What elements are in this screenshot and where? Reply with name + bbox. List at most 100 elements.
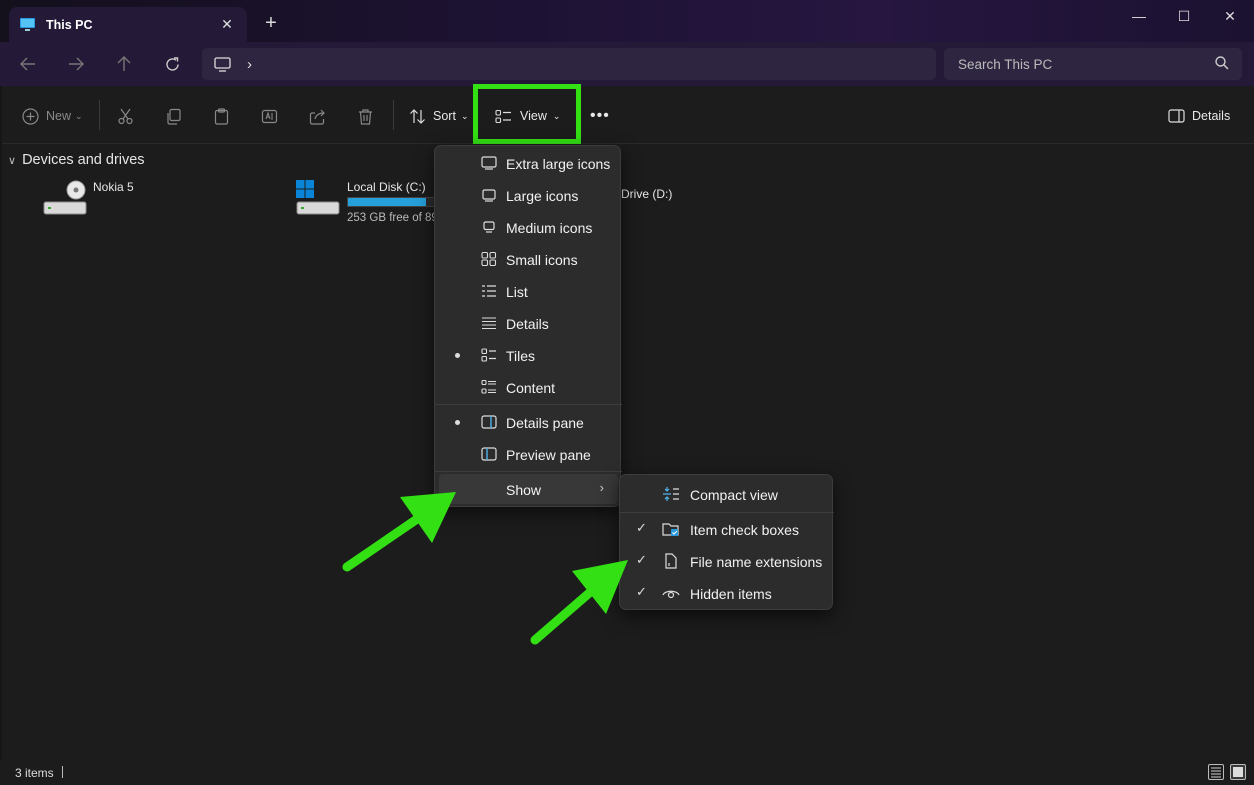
group-header-devices[interactable]: ∨ Devices and drives: [8, 152, 145, 168]
menu-item-label: Medium icons: [506, 220, 593, 236]
back-button[interactable]: [13, 50, 43, 78]
cut-button[interactable]: [117, 104, 134, 128]
item-count: 3 items: [15, 766, 54, 780]
arrow-up-icon: [117, 56, 131, 71]
tiles-icon: [481, 348, 496, 362]
menu-item-label: Large icons: [506, 188, 579, 204]
clipboard-icon: [214, 107, 229, 125]
minimize-button[interactable]: —: [1116, 0, 1162, 32]
drive-usage-fill: [348, 198, 426, 206]
rename-icon: [261, 109, 278, 123]
plus-circle-icon: [22, 107, 39, 125]
details-lines-icon: [1211, 767, 1221, 778]
menu-item-list[interactable]: List: [439, 276, 618, 306]
check-icon: ✓: [636, 552, 647, 567]
close-button[interactable]: ✕: [1207, 0, 1253, 32]
drive-name: Nokia 5: [93, 180, 134, 194]
menu-item-details[interactable]: Details: [439, 308, 618, 338]
chevron-down-icon: ⌄: [75, 110, 83, 121]
menu-item-preview-pane[interactable]: Preview pane: [439, 439, 618, 469]
eye-icon: [662, 590, 680, 599]
address-chevron[interactable]: ›: [247, 56, 252, 73]
preview-pane-icon: [481, 447, 497, 461]
chevron-right-icon: ›: [599, 480, 604, 495]
menu-item-label: Item check boxes: [690, 522, 799, 538]
scissors-icon: [118, 108, 133, 124]
delete-button[interactable]: [357, 104, 374, 128]
menu-item-content[interactable]: Content: [439, 372, 618, 402]
menu-item-details-pane[interactable]: Details pane: [439, 407, 618, 437]
content-icon: [481, 380, 496, 394]
checkbox-folder-icon: [662, 523, 679, 536]
drive-item-d[interactable]: Drive (D:): [621, 187, 672, 201]
check-icon: ✓: [636, 520, 647, 535]
menu-item-label: Small icons: [506, 252, 578, 268]
chevron-down-icon: ⌄: [460, 110, 469, 121]
forward-button[interactable]: [61, 50, 91, 78]
monitor-large-icon: [481, 156, 497, 170]
tab-this-pc[interactable]: This PC ✕: [9, 7, 247, 42]
paste-button[interactable]: [213, 104, 230, 128]
menu-item-small-icons[interactable]: Small icons: [439, 244, 618, 274]
sort-button[interactable]: Sort ⌄: [409, 104, 468, 128]
left-edge: [0, 86, 2, 760]
search-placeholder: Search This PC: [958, 56, 1053, 72]
annotation-arrow-submenu: [530, 560, 628, 645]
tiles-icon: [1233, 767, 1243, 777]
menu-divider: [435, 471, 622, 472]
drive-item-c[interactable]: Local Disk (C:) 253 GB free of 89: [296, 180, 457, 224]
monitor-small-icon: [483, 221, 495, 233]
search-icon: [1215, 56, 1229, 70]
details-pane-button[interactable]: Details: [1168, 104, 1230, 128]
new-tab-button[interactable]: +: [260, 12, 282, 34]
menu-item-label: List: [506, 284, 528, 300]
view-button-highlight-annotation: [473, 84, 581, 144]
rename-button[interactable]: [261, 104, 278, 128]
new-button[interactable]: New ⌄: [22, 104, 83, 128]
status-bar: 3 items: [0, 760, 1254, 785]
maximize-button[interactable]: ☐: [1161, 0, 1207, 32]
tab-title: This PC: [46, 17, 93, 32]
refresh-button[interactable]: [157, 50, 187, 78]
check-icon: ✓: [636, 584, 647, 599]
tab-close-icon[interactable]: ✕: [217, 14, 237, 34]
address-bar[interactable]: ›: [202, 48, 936, 80]
menu-item-label: Compact view: [690, 487, 778, 503]
menu-item-compact-view[interactable]: Compact view: [624, 479, 830, 509]
menu-divider: [435, 404, 622, 405]
details-label: Details: [1192, 109, 1231, 123]
drive-name: Drive (D:): [621, 187, 673, 201]
menu-item-hidden-items[interactable]: ✓ Hidden items: [624, 578, 830, 608]
details-view-toggle[interactable]: [1208, 764, 1224, 780]
windows-drive-icon: [296, 180, 340, 215]
menu-item-extra-large-icons[interactable]: Extra large icons: [439, 148, 618, 178]
divider: [99, 100, 100, 130]
copy-icon: [167, 108, 181, 125]
compact-view-icon: [663, 487, 679, 501]
up-button[interactable]: [109, 50, 139, 78]
more-options-button[interactable]: •••: [590, 104, 610, 128]
divider: [393, 100, 394, 130]
menu-item-label: Details pane: [506, 415, 584, 431]
menu-item-file-name-extensions[interactable]: ✓ File name extensions: [624, 546, 830, 576]
this-pc-icon: [20, 18, 35, 31]
search-input[interactable]: Search This PC: [944, 48, 1242, 80]
menu-item-tiles[interactable]: Tiles: [439, 340, 618, 370]
title-bar: This PC ✕ + — ☐ ✕: [0, 0, 1254, 42]
monitor-icon: [482, 189, 496, 202]
grid-icon: [481, 252, 497, 266]
menu-item-item-check-boxes[interactable]: ✓ Item check boxes: [624, 514, 830, 544]
view-menu: Extra large icons Large icons Medium ico…: [434, 145, 622, 507]
drive-item-nokia[interactable]: Nokia 5: [43, 180, 134, 216]
file-icon: [665, 553, 677, 569]
menu-item-show[interactable]: Show ›: [439, 474, 618, 504]
copy-button[interactable]: [165, 104, 182, 128]
arrow-right-icon: [69, 57, 84, 71]
tiles-view-toggle[interactable]: [1230, 764, 1246, 780]
share-button[interactable]: [309, 104, 326, 128]
menu-item-large-icons[interactable]: Large icons: [439, 180, 618, 210]
menu-item-label: Details: [506, 316, 549, 332]
details-lines-icon: [482, 317, 496, 330]
menu-item-medium-icons[interactable]: Medium icons: [439, 212, 618, 242]
chevron-down-icon: ∨: [8, 154, 17, 167]
